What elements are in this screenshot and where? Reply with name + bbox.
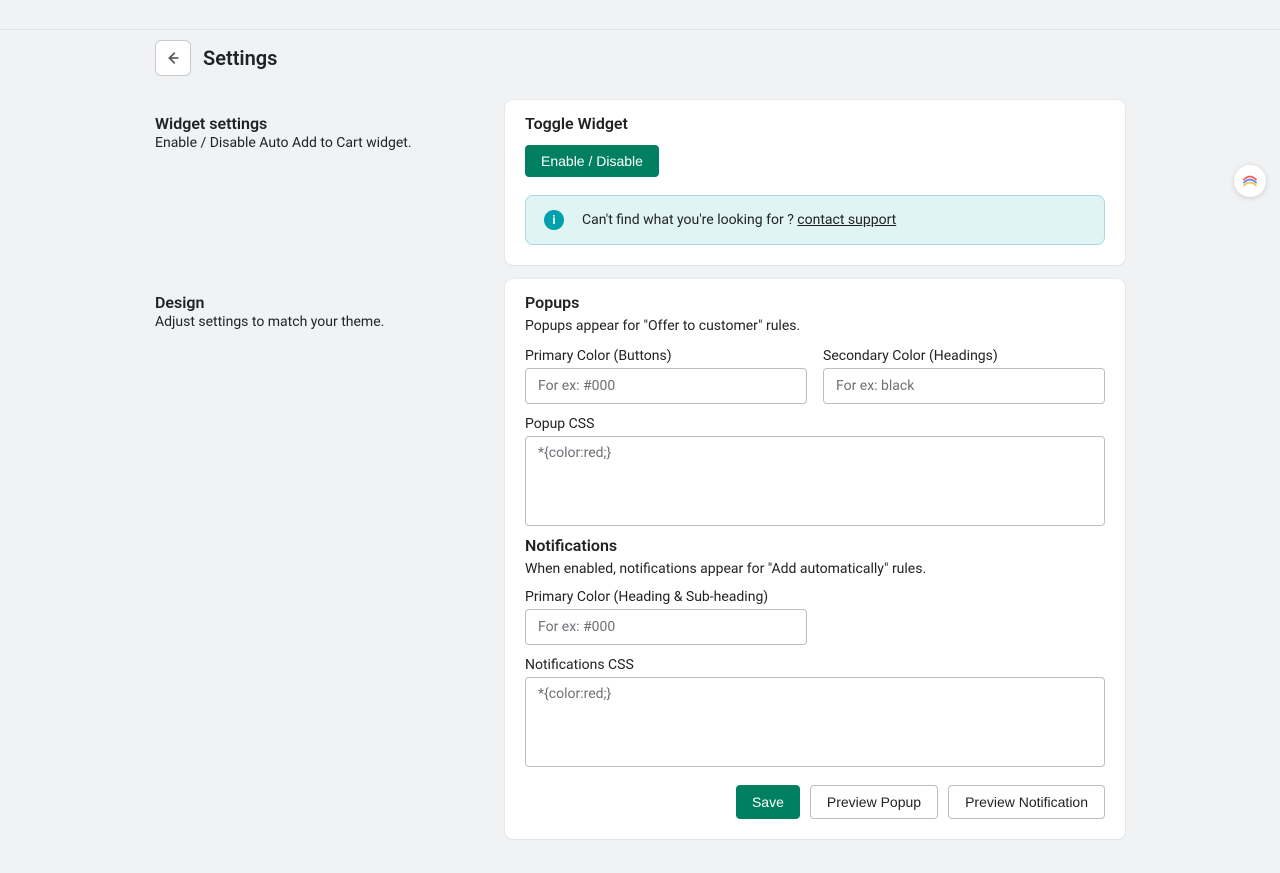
field-primary-color: Primary Color (Buttons) [525, 348, 807, 404]
section-side: Widget settings Enable / Disable Auto Ad… [155, 100, 485, 265]
notifications-color-row: Primary Color (Heading & Sub-heading) [525, 589, 1105, 645]
card-toggle-widget: Toggle Widget Enable / Disable i Can't f… [505, 100, 1125, 265]
page-header: Settings [155, 40, 1125, 76]
page-content: Settings Widget settings Enable / Disabl… [0, 30, 1280, 873]
field-secondary-color: Secondary Color (Headings) [823, 348, 1105, 404]
card-title: Toggle Widget [525, 114, 1105, 133]
section-side: Design Adjust settings to match your the… [155, 279, 485, 839]
topbar [0, 0, 1280, 30]
side-widget-button[interactable] [1234, 165, 1266, 197]
preview-notification-button[interactable]: Preview Notification [948, 785, 1105, 819]
card-actions: Save Preview Popup Preview Notification [525, 785, 1105, 819]
popups-desc: Popups appear for "Offer to customer" ru… [525, 318, 1105, 334]
notif-primary-color-input[interactable] [525, 609, 807, 645]
notifications-css-textarea[interactable] [525, 677, 1105, 767]
popups-title: Popups [525, 293, 1105, 312]
contact-support-link[interactable]: contact support [797, 212, 896, 228]
section-side-desc: Adjust settings to match your theme. [155, 314, 485, 330]
save-button[interactable]: Save [736, 785, 800, 819]
notifications-css-label: Notifications CSS [525, 657, 1105, 673]
field-notif-primary-color: Primary Color (Heading & Sub-heading) [525, 589, 807, 645]
secondary-color-label: Secondary Color (Headings) [823, 348, 1105, 364]
widget-logo-icon [1241, 172, 1259, 190]
notif-primary-color-label: Primary Color (Heading & Sub-heading) [525, 589, 807, 605]
preview-popup-button[interactable]: Preview Popup [810, 785, 938, 819]
section-design: Design Adjust settings to match your the… [155, 279, 1125, 839]
info-banner: i Can't find what you're looking for ? c… [525, 195, 1105, 245]
field-notifications-css: Notifications CSS [525, 657, 1105, 767]
info-icon: i [544, 210, 564, 230]
toggle-widget-button[interactable]: Enable / Disable [525, 145, 659, 177]
back-button[interactable] [155, 40, 191, 76]
card-design: Popups Popups appear for "Offer to custo… [505, 279, 1125, 839]
primary-color-label: Primary Color (Buttons) [525, 348, 807, 364]
field-popup-css: Popup CSS [525, 416, 1105, 526]
popups-color-row: Primary Color (Buttons) Secondary Color … [525, 348, 1105, 404]
banner-text: Can't find what you're looking for ? con… [582, 212, 896, 228]
notifications-title: Notifications [525, 536, 1105, 555]
section-widget-settings: Widget settings Enable / Disable Auto Ad… [155, 100, 1125, 265]
section-side-desc: Enable / Disable Auto Add to Cart widget… [155, 135, 485, 151]
banner-message: Can't find what you're looking for ? [582, 212, 797, 228]
secondary-color-input[interactable] [823, 368, 1105, 404]
page-title: Settings [203, 46, 277, 70]
notifications-desc: When enabled, notifications appear for "… [525, 561, 1105, 577]
arrow-left-icon [164, 49, 182, 67]
section-side-title: Widget settings [155, 114, 485, 133]
popup-css-label: Popup CSS [525, 416, 1105, 432]
section-side-title: Design [155, 293, 485, 312]
popup-css-textarea[interactable] [525, 436, 1105, 526]
primary-color-input[interactable] [525, 368, 807, 404]
